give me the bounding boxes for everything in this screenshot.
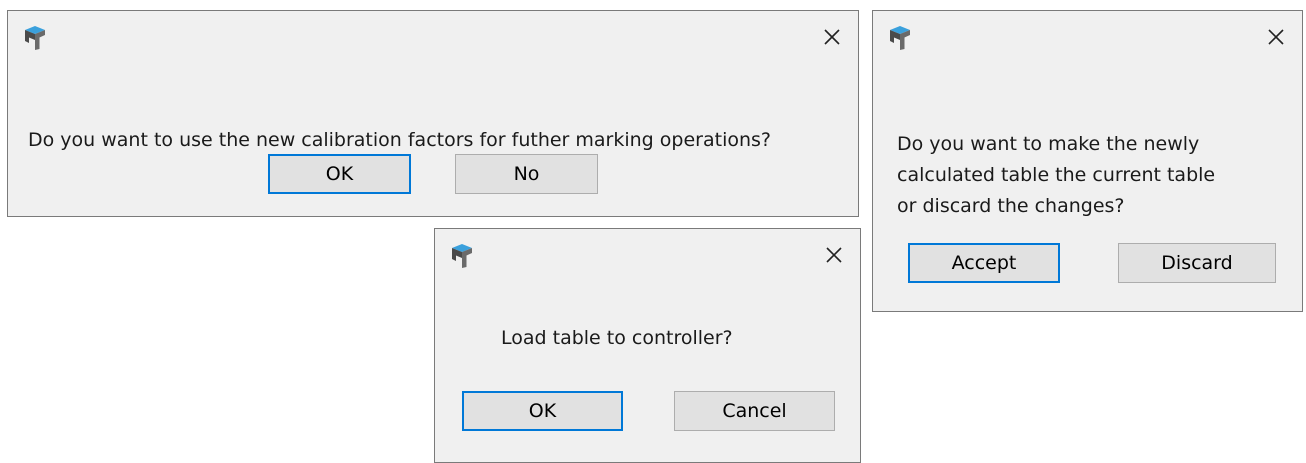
dialog-message: Do you want to use the new calibration f… xyxy=(28,129,771,151)
discard-button[interactable]: Discard xyxy=(1118,243,1276,283)
title-bar[interactable] xyxy=(8,11,858,61)
calibration-dialog: Do you want to use the new calibration f… xyxy=(7,10,859,217)
close-icon xyxy=(824,29,840,45)
app-logo-icon xyxy=(22,25,48,51)
ok-button[interactable]: OK xyxy=(462,391,623,431)
ok-button[interactable]: OK xyxy=(268,154,411,194)
dialog-message: Do you want to make the newly calculated… xyxy=(897,129,1215,222)
close-button[interactable] xyxy=(820,241,848,269)
load-table-dialog: Load table to controller? OK Cancel xyxy=(434,228,861,463)
message-line: calculated table the current table xyxy=(897,164,1216,186)
close-icon xyxy=(826,247,842,263)
no-button[interactable]: No xyxy=(455,154,598,194)
close-button[interactable] xyxy=(818,23,846,51)
title-bar[interactable] xyxy=(873,11,1302,61)
app-logo-icon xyxy=(887,25,913,51)
cancel-button[interactable]: Cancel xyxy=(674,391,835,431)
title-bar[interactable] xyxy=(435,229,860,279)
accept-button[interactable]: Accept xyxy=(908,243,1060,283)
close-icon xyxy=(1268,29,1284,45)
dialog-message: Load table to controller? xyxy=(501,327,733,349)
table-accept-dialog: Do you want to make the newly calculated… xyxy=(872,10,1303,312)
message-line: Do you want to make the newly xyxy=(897,133,1200,155)
app-logo-icon xyxy=(449,243,475,269)
message-line: or discard the changes? xyxy=(897,195,1125,217)
close-button[interactable] xyxy=(1262,23,1290,51)
